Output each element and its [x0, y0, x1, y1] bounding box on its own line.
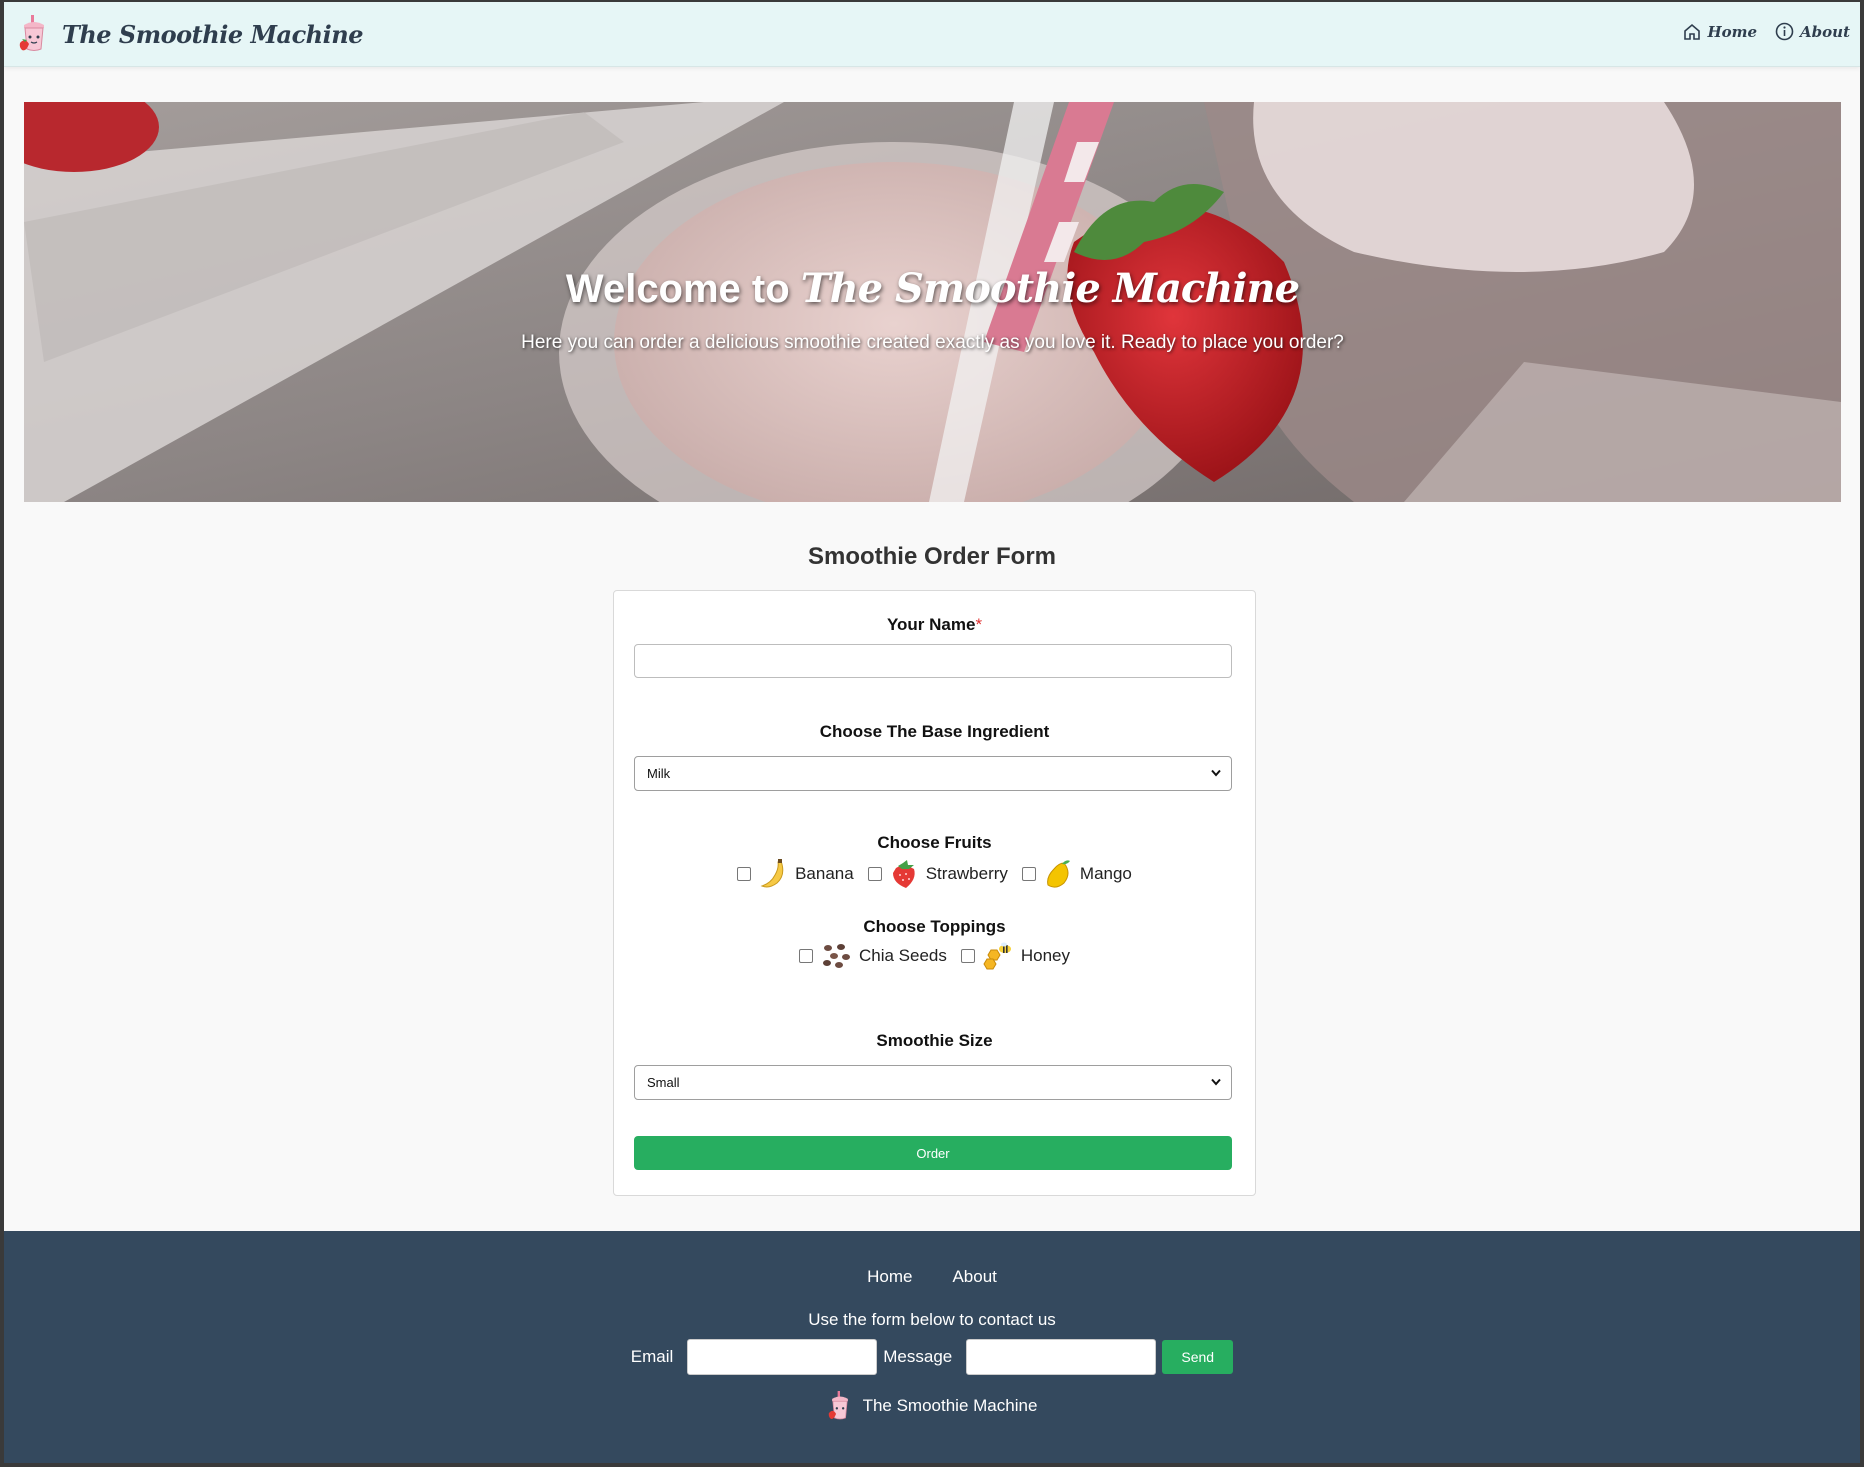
message-input[interactable] — [966, 1339, 1157, 1375]
name-label: Your Name* — [614, 615, 1255, 635]
email-label: Email — [630, 1347, 674, 1366]
size-label: Smoothie Size — [876, 1031, 993, 1050]
banana-icon — [760, 859, 784, 888]
hero-title-prefix: Welcome to — [565, 267, 790, 311]
fruits-label: Choose Fruits — [877, 833, 992, 852]
page: The Smoothie Machine Home About Welcome … — [4, 2, 1860, 1463]
form-heading: Smoothie Order Form — [807, 543, 1057, 570]
size-select-value: Small — [647, 1075, 680, 1090]
footer-brand-text: The Smoothie Machine — [862, 1396, 1038, 1415]
footer-brand: The Smoothie Machine — [4, 1391, 1860, 1421]
base-select-value: Milk — [647, 766, 671, 781]
mango-checkbox[interactable] — [1021, 867, 1036, 881]
name-label-text: Your Name — [886, 615, 976, 634]
footer-nav: Home About — [4, 1267, 1860, 1287]
size-select[interactable]: Small — [634, 1065, 1232, 1100]
top-navbar: The Smoothie Machine Home About — [4, 2, 1860, 67]
fruit-option-strawberry[interactable]: Strawberry — [867, 859, 1008, 889]
name-input[interactable] — [634, 644, 1232, 678]
chia-seeds-icon — [822, 944, 850, 968]
message-label: Message — [883, 1347, 953, 1366]
order-form: Your Name* Choose The Base Ingredient Mi… — [613, 590, 1256, 1196]
base-select[interactable]: Milk — [634, 756, 1232, 791]
fruit-option-banana[interactable]: Banana — [737, 859, 854, 889]
top-nav: Home About — [1683, 22, 1850, 41]
toppings-options: Chia Seeds Honey — [614, 942, 1255, 970]
base-label: Choose The Base Ingredient — [819, 722, 1050, 741]
send-button[interactable]: Send — [1162, 1340, 1234, 1374]
nav-home-link[interactable]: Home — [1683, 22, 1757, 41]
smoothie-logo-icon — [828, 1391, 848, 1420]
topping-option-chia[interactable]: Chia Seeds — [798, 942, 947, 970]
email-input[interactable] — [687, 1339, 878, 1375]
hero-subtitle: Here you can order a delicious smoothie … — [521, 332, 1344, 353]
strawberry-label: Strawberry — [925, 864, 1008, 883]
strawberry-icon — [892, 860, 915, 888]
hero-title-brand: The Smoothie Machine — [800, 265, 1300, 312]
brand[interactable]: The Smoothie Machine — [18, 15, 363, 53]
brand-title: The Smoothie Machine — [62, 19, 363, 49]
mango-icon — [1047, 860, 1070, 888]
banana-checkbox[interactable] — [737, 867, 752, 881]
chevron-down-icon — [1211, 769, 1221, 777]
hero-banner: Welcome to The Smoothie Machine Here you… — [24, 102, 1841, 502]
topping-option-honey[interactable]: Honey — [960, 942, 1071, 970]
contact-text: Use the form below to contact us — [808, 1310, 1056, 1329]
fruit-option-mango[interactable]: Mango — [1021, 859, 1132, 889]
chevron-down-icon — [1211, 1078, 1221, 1086]
footer-home-link[interactable]: Home — [867, 1267, 912, 1287]
contact-form: Email Message Send — [4, 1339, 1860, 1375]
info-icon — [1775, 22, 1794, 41]
fruits-options: Banana Strawberry Mango — [614, 859, 1255, 889]
chia-seeds-checkbox[interactable] — [798, 949, 813, 963]
footer-about-link[interactable]: About — [952, 1267, 996, 1287]
nav-about-label: About — [1800, 22, 1850, 41]
home-icon — [1684, 23, 1701, 40]
order-button[interactable]: Order — [634, 1136, 1232, 1170]
required-mark: * — [975, 615, 983, 634]
hero-title: Welcome to The Smoothie Machine — [24, 265, 1841, 312]
honey-icon — [983, 942, 1011, 970]
honey-label: Honey — [1020, 946, 1071, 965]
strawberry-checkbox[interactable] — [867, 867, 882, 881]
banana-label: Banana — [795, 864, 854, 883]
honey-checkbox[interactable] — [960, 949, 975, 963]
toppings-label: Choose Toppings — [863, 917, 1006, 936]
chia-seeds-label: Chia Seeds — [858, 946, 947, 965]
smoothie-logo-icon — [19, 15, 44, 51]
nav-about-link[interactable]: About — [1775, 22, 1850, 41]
nav-home-label: Home — [1707, 22, 1758, 41]
footer: Home About Use the form below to contact… — [4, 1231, 1860, 1463]
mango-label: Mango — [1079, 864, 1132, 883]
